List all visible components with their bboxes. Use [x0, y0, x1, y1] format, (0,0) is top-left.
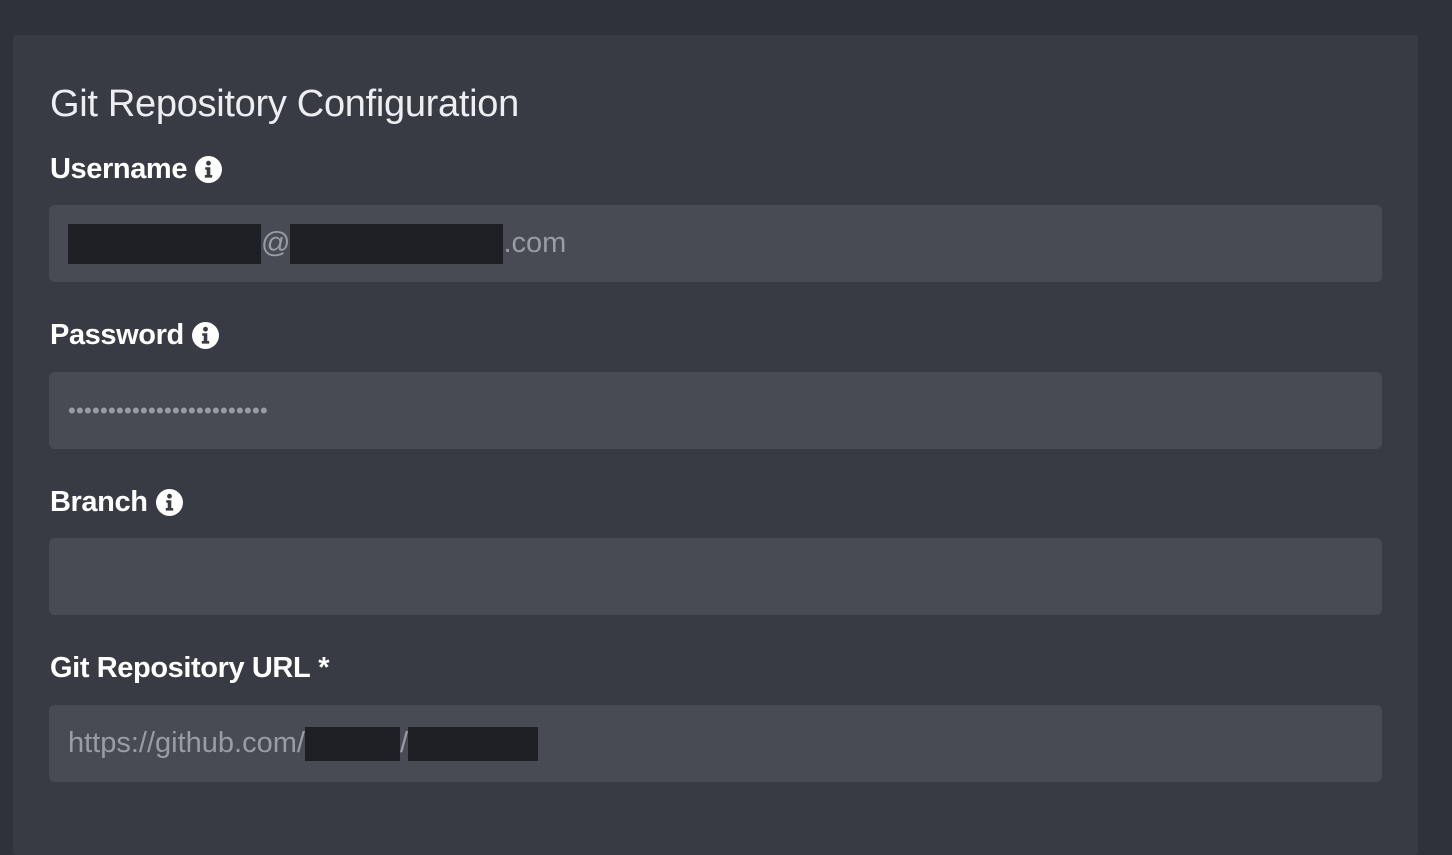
repo-url-field[interactable]: https://github.com/ /: [49, 705, 1382, 782]
git-config-panel: Git Repository Configuration Username @.…: [13, 35, 1418, 855]
info-icon[interactable]: [195, 156, 223, 183]
repo-url-label-row: Git Repository URL *: [50, 652, 330, 685]
username-at-sign: @: [261, 227, 291, 259]
username-domain-suffix: .com: [503, 227, 567, 259]
username-field[interactable]: @ .com: [49, 205, 1382, 282]
repo-url-label: Git Repository URL: [50, 652, 311, 684]
page-title: Git Repository Configuration: [50, 83, 519, 125]
repo-url-prefix: https://github.com/: [68, 727, 305, 759]
required-marker: *: [318, 652, 330, 684]
repo-url-separator: /: [399, 727, 409, 759]
branch-field[interactable]: [49, 538, 1382, 615]
password-label-row: Password: [50, 319, 219, 352]
branch-label: Branch: [50, 486, 148, 518]
redacted-block: [290, 223, 504, 264]
username-label: Username: [50, 153, 188, 185]
username-label-row: Username: [50, 153, 223, 186]
password-field[interactable]: •••••••••••••••••••••••••: [49, 372, 1382, 449]
redacted-block: [408, 726, 539, 761]
info-icon[interactable]: [191, 322, 219, 349]
branch-label-row: Branch: [50, 486, 183, 519]
password-label: Password: [50, 319, 184, 351]
password-masked-value: •••••••••••••••••••••••••: [68, 397, 269, 423]
redacted-block: [68, 223, 261, 264]
redacted-block: [304, 726, 400, 761]
info-icon[interactable]: [155, 489, 183, 516]
